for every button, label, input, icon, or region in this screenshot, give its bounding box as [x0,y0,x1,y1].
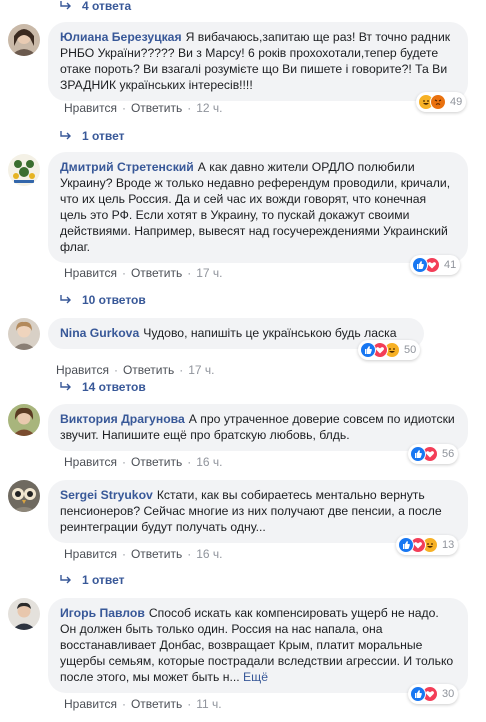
comment-actions: Нравится · Ответить · 17 ч. [56,363,215,377]
like-reaction-icon [412,257,428,273]
angry-reaction-icon [430,94,446,110]
comment-actions: Нравится · Ответить · 16 ч. [64,455,223,469]
like-button[interactable]: Нравится [64,455,117,469]
reactions[interactable]: 56 [408,444,459,464]
comment-author[interactable]: Дмитрий Стретенский [60,160,194,174]
avatar[interactable] [8,24,40,56]
reply-button[interactable]: Ответить [131,101,182,115]
replies-count: 10 ответов [82,293,146,307]
avatar[interactable] [8,404,40,436]
reactions[interactable]: 49 [416,92,467,112]
like-button[interactable]: Нравится [64,697,117,711]
reactions[interactable]: 50 [358,340,421,360]
comment-author[interactable]: Nina Gurkova [60,326,139,340]
replies-count: 14 ответов [82,380,146,394]
reaction-count: 50 [404,344,417,356]
like-reaction-icon [410,446,426,462]
reaction-count: 41 [444,259,457,271]
comment: Дмитрий Стретенский А как давно жители ОР… [8,152,478,282]
comment-actions: Нравится · Ответить · 17 ч. [64,266,223,280]
timestamp[interactable]: 16 ч. [196,547,222,561]
comment-author[interactable]: Юлиана Березуцкая [60,30,182,44]
like-reaction-icon [360,342,376,358]
comment-text: А как давно жители ОРДЛО полюбили Украин… [60,160,451,254]
comment-author[interactable]: Игорь Павлов [60,606,145,620]
reply-button[interactable]: Ответить [123,363,174,377]
reply-arrow-icon [60,295,72,305]
comment-author[interactable]: Виктория Драгунова [60,412,185,426]
view-replies-link[interactable]: 1 ответ [60,126,125,146]
comment: Виктория Драгунова А про утраченное довер… [8,404,478,470]
comment: Игорь Павлов Способ искать как компенсиро… [8,598,478,720]
reply-arrow-icon [60,382,72,392]
comment-author[interactable]: Sergei Stryukov [60,488,153,502]
reply-arrow-icon [60,1,72,11]
comment-bubble: Игорь Павлов Способ искать как компенсиро… [48,598,468,693]
like-button[interactable]: Нравится [64,101,117,115]
timestamp[interactable]: 11 ч. [196,697,221,711]
comment: Юлиана Березуцкая Я вибачаюсь,запитаю ще … [8,22,478,142]
like-button[interactable]: Нравится [64,547,117,561]
timestamp[interactable]: 17 ч. [188,363,214,377]
timestamp[interactable]: 12 ч. [196,101,222,115]
reaction-count: 13 [442,539,455,551]
replies-count: 1 ответ [82,129,125,143]
replies-count: 1 ответ [82,573,125,587]
comment-actions: Нравится · Ответить · 11 ч. [64,697,222,711]
comment: Sergei Stryukov Кстати, как вы собираетес… [8,480,478,566]
reply-arrow-icon [60,131,72,141]
timestamp[interactable]: 17 ч. [196,266,222,280]
avatar[interactable] [8,318,40,350]
avatar[interactable] [8,480,40,512]
replies-count: 4 ответа [82,0,132,13]
avatar[interactable] [8,154,40,186]
reply-button[interactable]: Ответить [131,266,182,280]
see-more-link[interactable]: Ещё [243,670,268,684]
reaction-count: 30 [442,688,455,700]
reply-arrow-icon [60,575,72,585]
reaction-count: 56 [442,448,455,460]
reply-button[interactable]: Ответить [131,697,182,711]
view-replies-link[interactable]: 4 ответа [60,0,131,16]
comment-bubble: Юлиана Березуцкая Я вибачаюсь,запитаю ще … [48,22,468,101]
view-replies-link[interactable]: 10 ответов [60,290,146,310]
avatar[interactable] [8,598,40,630]
reaction-count: 49 [450,96,463,108]
like-reaction-icon [398,537,414,553]
view-replies-link[interactable]: 1 ответ [60,570,125,590]
like-reaction-icon [410,686,426,702]
view-replies-link[interactable]: 14 ответов [60,377,146,397]
reactions[interactable]: 13 [396,535,459,555]
reply-button[interactable]: Ответить [131,455,182,469]
comment-bubble: Дмитрий Стретенский А как давно жители ОР… [48,152,468,263]
comment-actions: Нравится · Ответить · 12 ч. [64,101,223,115]
comment-bubble: Виктория Драгунова А про утраченное довер… [48,404,468,451]
like-button[interactable]: Нравится [64,266,117,280]
comment-actions: Нравится · Ответить · 16 ч. [64,547,223,561]
reactions[interactable]: 30 [408,684,459,704]
reply-button[interactable]: Ответить [131,547,182,561]
reactions[interactable]: 41 [410,255,461,275]
like-button[interactable]: Нравится [56,363,109,377]
timestamp[interactable]: 16 ч. [196,455,222,469]
comment-text: Чудово, напишіть це українською будь лас… [143,326,397,340]
comment-bubble: Sergei Stryukov Кстати, как вы собираетес… [48,480,468,543]
